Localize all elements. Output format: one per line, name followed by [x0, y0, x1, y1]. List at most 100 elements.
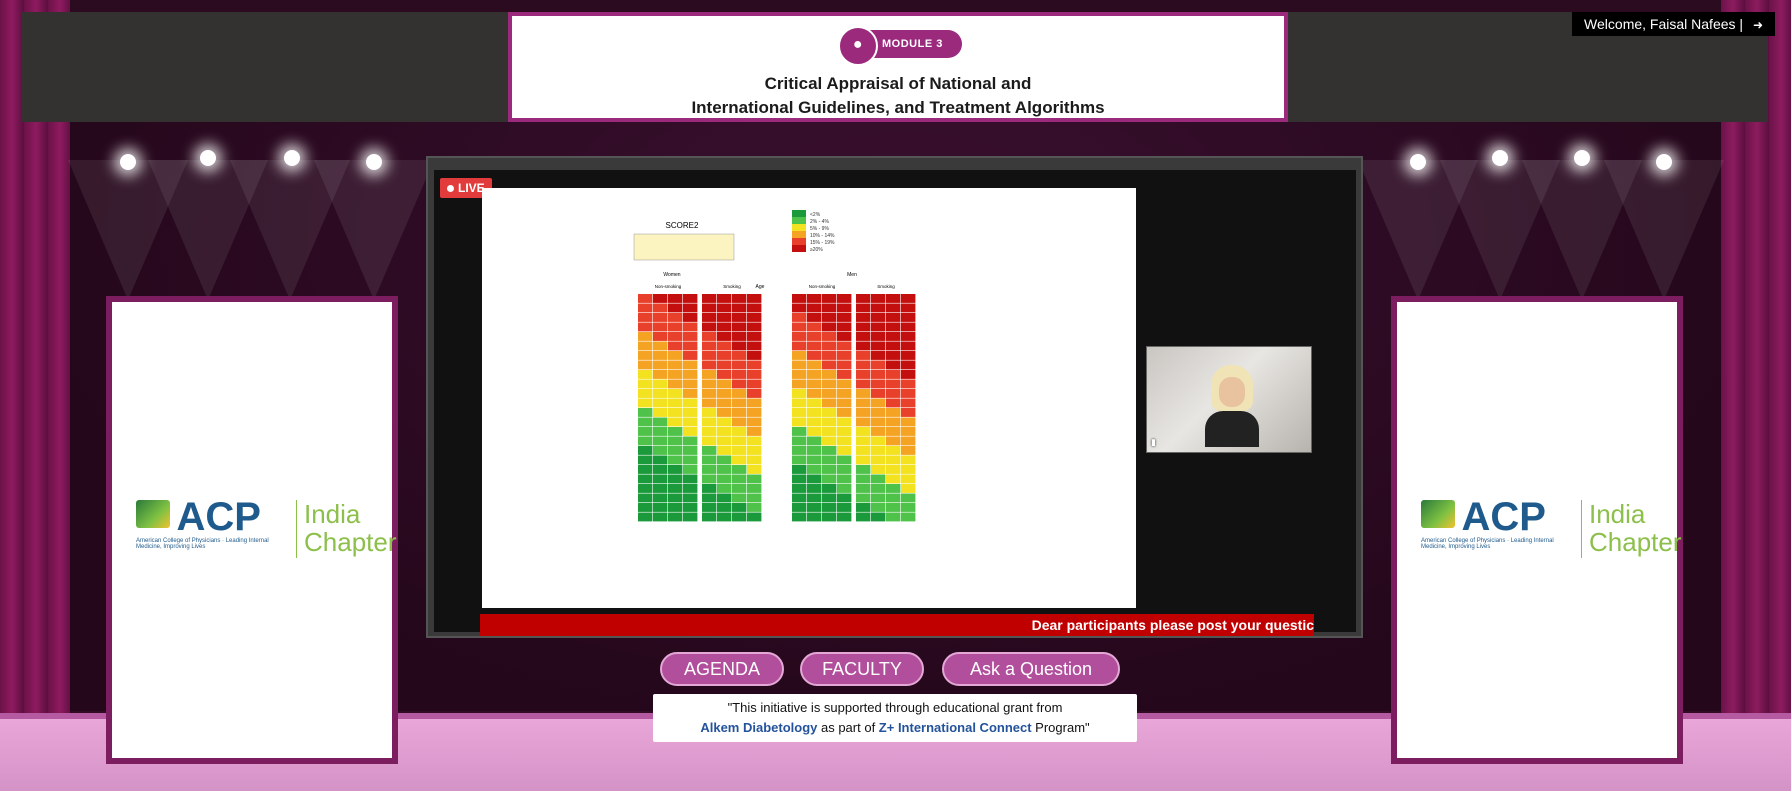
heat-cell	[653, 436, 668, 446]
heat-cell	[901, 322, 916, 332]
grant-sponsor: Alkem Diabetology	[700, 720, 818, 735]
heat-cell	[717, 455, 732, 465]
heat-cell	[668, 484, 683, 493]
heat-cell	[792, 370, 807, 379]
acp-logo: ACP American College of Physicians · Lea…	[1421, 497, 1682, 558]
heat-cell	[653, 313, 668, 322]
faculty-button[interactable]: FACULTY	[800, 652, 924, 686]
heat-cell	[702, 370, 717, 379]
heat-cell	[732, 389, 747, 398]
heat-cell	[886, 389, 901, 398]
heat-cell	[717, 360, 732, 370]
heat-cell	[807, 493, 822, 503]
heat-cell	[871, 351, 886, 360]
heat-cell	[822, 465, 837, 474]
heat-cell	[837, 503, 852, 512]
heat-cell	[856, 446, 871, 455]
heat-cell	[747, 493, 762, 503]
heat-cell	[668, 398, 683, 408]
heat-cell	[653, 474, 668, 484]
heat-cell	[732, 503, 747, 512]
heat-cell	[747, 379, 762, 389]
heat-cell	[837, 322, 852, 332]
heat-cell	[807, 455, 822, 465]
heat-cell	[807, 389, 822, 398]
heat-cell	[886, 398, 901, 408]
legend-swatch	[792, 231, 806, 238]
heat-cell	[871, 446, 886, 455]
acp-divider	[296, 500, 297, 558]
heat-cell	[702, 493, 717, 503]
heat-cell	[886, 465, 901, 474]
heat-cell	[871, 370, 886, 379]
heat-cell	[792, 512, 807, 522]
acp-subtitle: American College of Physicians · Leading…	[1421, 538, 1554, 550]
heat-cell	[886, 436, 901, 446]
heat-cell	[871, 512, 886, 522]
heat-cell	[732, 455, 747, 465]
heat-cell	[732, 465, 747, 474]
acp-mark-icon	[1421, 500, 1455, 528]
heat-cell	[732, 322, 747, 332]
heat-cell	[856, 465, 871, 474]
heat-cell	[871, 465, 886, 474]
heat-cell	[822, 474, 837, 484]
heat-cell	[653, 303, 668, 313]
heat-cell	[856, 379, 871, 389]
heat-cell	[901, 341, 916, 351]
heat-cell	[822, 360, 837, 370]
agenda-button[interactable]: AGENDA	[660, 652, 784, 686]
heat-cell	[807, 427, 822, 436]
heat-cell	[807, 360, 822, 370]
heat-cell	[717, 351, 732, 360]
heat-cell	[837, 408, 852, 417]
heat-cell	[792, 360, 807, 370]
heat-cell	[717, 465, 732, 474]
heat-cell	[702, 436, 717, 446]
heat-cell	[747, 408, 762, 417]
acp-divider	[1581, 500, 1582, 558]
heat-cell	[683, 303, 698, 313]
heat-cell	[683, 332, 698, 341]
heat-cell	[822, 341, 837, 351]
heat-cell	[886, 332, 901, 341]
heat-cell	[837, 379, 852, 389]
heat-cell	[683, 474, 698, 484]
heat-cell	[856, 427, 871, 436]
heat-cell	[638, 303, 653, 313]
heat-cell	[822, 503, 837, 512]
heat-cell	[901, 408, 916, 417]
heat-cell	[717, 370, 732, 379]
heat-cell	[668, 351, 683, 360]
heat-cell	[747, 370, 762, 379]
logout-icon[interactable]: ➜	[1753, 18, 1763, 32]
module-title-line1: Critical Appraisal of National and	[764, 74, 1032, 93]
heat-cell	[901, 303, 916, 313]
heat-cell	[668, 332, 683, 341]
heat-cell	[856, 294, 871, 303]
heat-cell	[683, 360, 698, 370]
heat-cell	[717, 303, 732, 313]
heat-cell	[747, 427, 762, 436]
legend-swatch	[792, 245, 806, 252]
heat-cell	[792, 427, 807, 436]
heat-cell	[702, 294, 717, 303]
heat-cell	[717, 322, 732, 332]
heat-cell	[837, 465, 852, 474]
acp-banner-right: ACP American College of Physicians · Lea…	[1391, 296, 1683, 764]
heat-cell	[792, 351, 807, 360]
heat-cell	[717, 446, 732, 455]
module-badge: ● MODULE 3	[838, 26, 962, 66]
heat-cell	[837, 417, 852, 427]
acp-logo: ACP American College of Physicians · Lea…	[136, 497, 397, 558]
ask-question-button[interactable]: Ask a Question	[942, 652, 1120, 686]
heat-cell	[668, 360, 683, 370]
heat-cell	[792, 332, 807, 341]
heat-cell	[732, 341, 747, 351]
heat-cell	[807, 474, 822, 484]
heat-cell	[702, 512, 717, 522]
heat-cell	[747, 341, 762, 351]
heat-cell	[856, 360, 871, 370]
heat-cell	[837, 294, 852, 303]
heat-cell	[792, 455, 807, 465]
